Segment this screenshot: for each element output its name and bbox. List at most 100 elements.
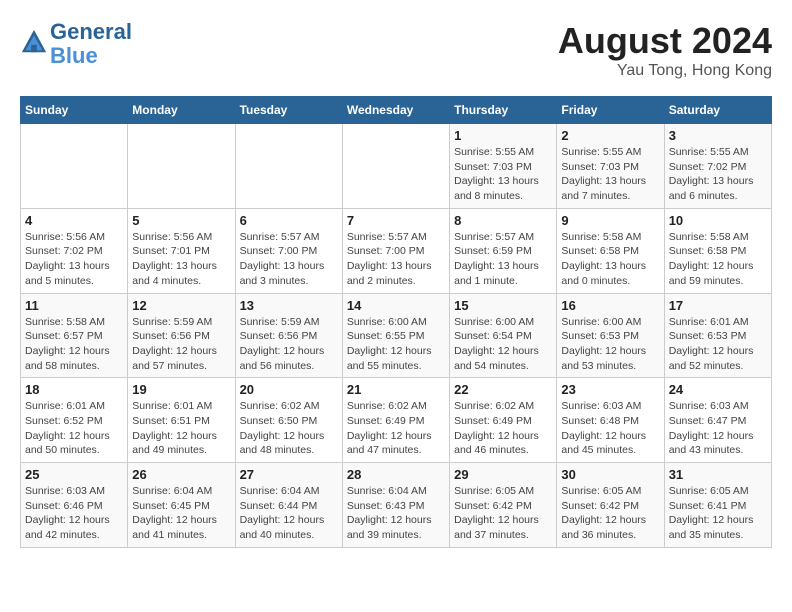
day-info: Sunrise: 5:55 AMSunset: 7:03 PMDaylight:… bbox=[561, 145, 659, 204]
day-number: 8 bbox=[454, 213, 552, 228]
logo: General Blue bbox=[20, 20, 132, 68]
day-number: 25 bbox=[25, 467, 123, 482]
day-info: Sunrise: 5:58 AMSunset: 6:58 PMDaylight:… bbox=[561, 230, 659, 289]
calendar-cell: 21 Sunrise: 6:02 AMSunset: 6:49 PMDayligh… bbox=[342, 378, 449, 463]
day-info: Sunrise: 6:05 AMSunset: 6:41 PMDaylight:… bbox=[669, 484, 767, 543]
day-info: Sunrise: 6:02 AMSunset: 6:49 PMDaylight:… bbox=[347, 399, 445, 458]
weekday-header-tuesday: Tuesday bbox=[235, 97, 342, 124]
day-number: 31 bbox=[669, 467, 767, 482]
day-number: 18 bbox=[25, 382, 123, 397]
day-info: Sunrise: 6:00 AMSunset: 6:55 PMDaylight:… bbox=[347, 315, 445, 374]
calendar-cell: 6 Sunrise: 5:57 AMSunset: 7:00 PMDaylight… bbox=[235, 208, 342, 293]
day-number: 23 bbox=[561, 382, 659, 397]
calendar-cell: 1 Sunrise: 5:55 AMSunset: 7:03 PMDaylight… bbox=[450, 124, 557, 209]
calendar-cell: 15 Sunrise: 6:00 AMSunset: 6:54 PMDayligh… bbox=[450, 293, 557, 378]
day-info: Sunrise: 6:01 AMSunset: 6:52 PMDaylight:… bbox=[25, 399, 123, 458]
calendar-cell: 31 Sunrise: 6:05 AMSunset: 6:41 PMDayligh… bbox=[664, 463, 771, 548]
day-info: Sunrise: 6:01 AMSunset: 6:51 PMDaylight:… bbox=[132, 399, 230, 458]
day-info: Sunrise: 6:04 AMSunset: 6:45 PMDaylight:… bbox=[132, 484, 230, 543]
calendar-cell: 2Sunrise: 5:55 AMSunset: 7:03 PMDaylight… bbox=[557, 124, 664, 209]
calendar-cell bbox=[235, 124, 342, 209]
calendar-cell: 22 Sunrise: 6:02 AMSunset: 6:49 PMDayligh… bbox=[450, 378, 557, 463]
calendar-week-1: 1 Sunrise: 5:55 AMSunset: 7:03 PMDaylight… bbox=[21, 124, 772, 209]
day-info: Sunrise: 5:58 AMSunset: 6:57 PMDaylight:… bbox=[25, 315, 123, 374]
day-number: 17 bbox=[669, 298, 767, 313]
calendar-table: SundayMondayTuesdayWednesdayThursdayFrid… bbox=[20, 96, 772, 548]
day-info: Sunrise: 6:05 AMSunset: 6:42 PMDaylight:… bbox=[454, 484, 552, 543]
day-number: 29 bbox=[454, 467, 552, 482]
calendar-cell: 29 Sunrise: 6:05 AMSunset: 6:42 PMDayligh… bbox=[450, 463, 557, 548]
day-info: Sunrise: 5:59 AMSunset: 6:56 PMDaylight:… bbox=[132, 315, 230, 374]
day-info: Sunrise: 5:57 AMSunset: 7:00 PMDaylight:… bbox=[347, 230, 445, 289]
calendar-cell: 13Sunrise: 5:59 AMSunset: 6:56 PMDayligh… bbox=[235, 293, 342, 378]
day-info: Sunrise: 6:04 AMSunset: 6:43 PMDaylight:… bbox=[347, 484, 445, 543]
day-number: 11 bbox=[25, 298, 123, 313]
day-info: Sunrise: 5:57 AMSunset: 6:59 PMDaylight:… bbox=[454, 230, 552, 289]
day-info: Sunrise: 5:59 AMSunset: 6:56 PMDaylight:… bbox=[240, 315, 338, 374]
day-info: Sunrise: 6:04 AMSunset: 6:44 PMDaylight:… bbox=[240, 484, 338, 543]
calendar-cell: 23 Sunrise: 6:03 AMSunset: 6:48 PMDayligh… bbox=[557, 378, 664, 463]
weekday-header-friday: Friday bbox=[557, 97, 664, 124]
day-info: Sunrise: 5:56 AMSunset: 7:02 PMDaylight:… bbox=[25, 230, 123, 289]
calendar-cell: 4Sunrise: 5:56 AMSunset: 7:02 PMDaylight… bbox=[21, 208, 128, 293]
calendar-cell: 8 Sunrise: 5:57 AMSunset: 6:59 PMDaylight… bbox=[450, 208, 557, 293]
calendar-cell: 16Sunrise: 6:00 AMSunset: 6:53 PMDayligh… bbox=[557, 293, 664, 378]
day-info: Sunrise: 6:05 AMSunset: 6:42 PMDaylight:… bbox=[561, 484, 659, 543]
day-info: Sunrise: 6:02 AMSunset: 6:50 PMDaylight:… bbox=[240, 399, 338, 458]
day-number: 9 bbox=[561, 213, 659, 228]
calendar-cell: 19 Sunrise: 6:01 AMSunset: 6:51 PMDayligh… bbox=[128, 378, 235, 463]
calendar-week-4: 18 Sunrise: 6:01 AMSunset: 6:52 PMDayligh… bbox=[21, 378, 772, 463]
day-number: 21 bbox=[347, 382, 445, 397]
month-title: August 2024 bbox=[558, 20, 772, 62]
calendar-cell: 3 Sunrise: 5:55 AMSunset: 7:02 PMDaylight… bbox=[664, 124, 771, 209]
day-number: 16 bbox=[561, 298, 659, 313]
calendar-cell: 24 Sunrise: 6:03 AMSunset: 6:47 PMDayligh… bbox=[664, 378, 771, 463]
day-info: Sunrise: 6:00 AMSunset: 6:54 PMDaylight:… bbox=[454, 315, 552, 374]
day-number: 19 bbox=[132, 382, 230, 397]
calendar-cell: 12Sunrise: 5:59 AMSunset: 6:56 PMDayligh… bbox=[128, 293, 235, 378]
logo-text: General Blue bbox=[50, 20, 132, 68]
day-info: Sunrise: 6:02 AMSunset: 6:49 PMDaylight:… bbox=[454, 399, 552, 458]
weekday-header-thursday: Thursday bbox=[450, 97, 557, 124]
day-number: 3 bbox=[669, 128, 767, 143]
day-number: 7 bbox=[347, 213, 445, 228]
calendar-cell bbox=[21, 124, 128, 209]
day-number: 10 bbox=[669, 213, 767, 228]
calendar-cell bbox=[128, 124, 235, 209]
logo-icon bbox=[20, 28, 48, 56]
calendar-cell: 28 Sunrise: 6:04 AMSunset: 6:43 PMDayligh… bbox=[342, 463, 449, 548]
weekday-header-row: SundayMondayTuesdayWednesdayThursdayFrid… bbox=[21, 97, 772, 124]
day-number: 28 bbox=[347, 467, 445, 482]
day-info: Sunrise: 5:56 AMSunset: 7:01 PMDaylight:… bbox=[132, 230, 230, 289]
calendar-cell: 11 Sunrise: 5:58 AMSunset: 6:57 PMDayligh… bbox=[21, 293, 128, 378]
calendar-cell: 10Sunrise: 5:58 AMSunset: 6:58 PMDayligh… bbox=[664, 208, 771, 293]
calendar-header: SundayMondayTuesdayWednesdayThursdayFrid… bbox=[21, 97, 772, 124]
day-number: 20 bbox=[240, 382, 338, 397]
calendar-cell: 30Sunrise: 6:05 AMSunset: 6:42 PMDayligh… bbox=[557, 463, 664, 548]
title-block: August 2024 Yau Tong, Hong Kong bbox=[558, 20, 772, 80]
calendar-body: 1 Sunrise: 5:55 AMSunset: 7:03 PMDaylight… bbox=[21, 124, 772, 548]
day-number: 1 bbox=[454, 128, 552, 143]
day-info: Sunrise: 5:55 AMSunset: 7:02 PMDaylight:… bbox=[669, 145, 767, 204]
day-number: 6 bbox=[240, 213, 338, 228]
calendar-cell: 26 Sunrise: 6:04 AMSunset: 6:45 PMDayligh… bbox=[128, 463, 235, 548]
day-info: Sunrise: 6:03 AMSunset: 6:47 PMDaylight:… bbox=[669, 399, 767, 458]
day-info: Sunrise: 6:01 AMSunset: 6:53 PMDaylight:… bbox=[669, 315, 767, 374]
day-number: 5 bbox=[132, 213, 230, 228]
day-info: Sunrise: 6:03 AMSunset: 6:46 PMDaylight:… bbox=[25, 484, 123, 543]
day-number: 26 bbox=[132, 467, 230, 482]
day-number: 15 bbox=[454, 298, 552, 313]
day-number: 22 bbox=[454, 382, 552, 397]
weekday-header-wednesday: Wednesday bbox=[342, 97, 449, 124]
calendar-cell: 14Sunrise: 6:00 AMSunset: 6:55 PMDayligh… bbox=[342, 293, 449, 378]
weekday-header-sunday: Sunday bbox=[21, 97, 128, 124]
day-number: 24 bbox=[669, 382, 767, 397]
day-info: Sunrise: 5:57 AMSunset: 7:00 PMDaylight:… bbox=[240, 230, 338, 289]
calendar-cell: 25 Sunrise: 6:03 AMSunset: 6:46 PMDayligh… bbox=[21, 463, 128, 548]
weekday-header-monday: Monday bbox=[128, 97, 235, 124]
day-info: Sunrise: 6:03 AMSunset: 6:48 PMDaylight:… bbox=[561, 399, 659, 458]
location-subtitle: Yau Tong, Hong Kong bbox=[558, 62, 772, 80]
calendar-cell: 9 Sunrise: 5:58 AMSunset: 6:58 PMDaylight… bbox=[557, 208, 664, 293]
day-info: Sunrise: 5:55 AMSunset: 7:03 PMDaylight:… bbox=[454, 145, 552, 204]
calendar-cell: 7 Sunrise: 5:57 AMSunset: 7:00 PMDaylight… bbox=[342, 208, 449, 293]
